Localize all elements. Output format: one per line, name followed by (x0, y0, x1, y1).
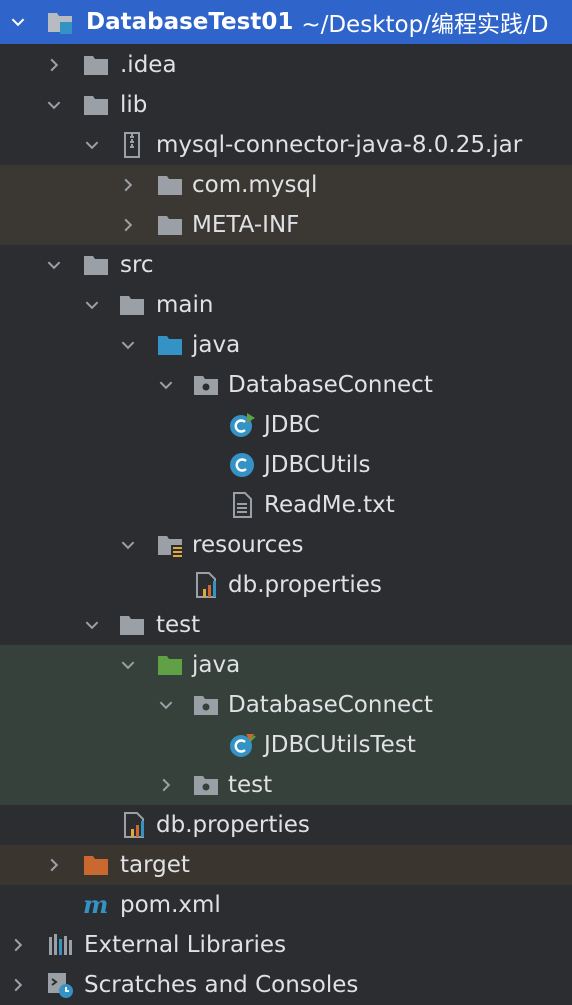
jar-label: mysql-connector-java-8.0.25.jar (156, 132, 523, 158)
package-icon (192, 691, 220, 719)
project-path: ~/Desktop/编程实践/D (301, 12, 549, 38)
tree-row-src[interactable]: src (0, 245, 572, 285)
tree-row-jar[interactable]: mysql-connector-java-8.0.25.jar (0, 125, 572, 165)
tree-row-pom[interactable]: m pom.xml (0, 885, 572, 925)
test-sub-label: test (228, 772, 273, 798)
chevron-down-icon[interactable] (8, 12, 28, 32)
text-file-icon (228, 491, 256, 519)
chevron-down-icon[interactable] (118, 535, 138, 555)
tree-row-resources[interactable]: resources (0, 525, 572, 565)
folder-icon (118, 291, 146, 319)
tree-row-meta-inf[interactable]: META-INF (0, 205, 572, 245)
java-class-icon (228, 451, 256, 479)
tree-row-lib[interactable]: lib (0, 85, 572, 125)
package-icon (192, 771, 220, 799)
properties-file-icon (192, 571, 220, 599)
resources-label: resources (192, 532, 304, 558)
tree-row-com-mysql[interactable]: com.mysql (0, 165, 572, 205)
jdbcutilstest-label: JDBCUtilsTest (264, 732, 416, 758)
main-package-label: DatabaseConnect (228, 372, 433, 398)
chevron-right-icon[interactable] (8, 935, 28, 955)
external-libraries-label: External Libraries (84, 932, 287, 958)
tree-row-src-properties[interactable]: db.properties (0, 805, 572, 845)
chevron-down-icon[interactable] (118, 655, 138, 675)
target-label: target (120, 852, 190, 878)
main-java-label: java (192, 332, 241, 358)
tree-row-scratches[interactable]: Scratches and Consoles (0, 965, 572, 1005)
scratches-icon (46, 971, 74, 999)
chevron-right-icon[interactable] (44, 55, 64, 75)
jdbcutils-label: JDBCUtils (264, 452, 371, 478)
lib-label: lib (120, 92, 148, 118)
chevron-down-icon[interactable] (82, 135, 102, 155)
chevron-right-icon[interactable] (8, 975, 28, 995)
tree-row-test[interactable]: test (0, 605, 572, 645)
folder-icon (82, 91, 110, 119)
chevron-right-icon[interactable] (118, 175, 138, 195)
resources-folder-icon (156, 531, 184, 559)
chevron-down-icon[interactable] (44, 95, 64, 115)
folder-icon (82, 51, 110, 79)
tree-row-jdbcutilstest[interactable]: JDBCUtilsTest (0, 725, 572, 765)
tree-row-main[interactable]: main (0, 285, 572, 325)
properties-file-icon (120, 811, 148, 839)
chevron-right-icon[interactable] (156, 775, 176, 795)
tree-row-test-java[interactable]: java (0, 645, 572, 685)
res-properties-label: db.properties (228, 572, 382, 598)
tree-row-test-sub-package[interactable]: test (0, 765, 572, 805)
chevron-down-icon[interactable] (156, 375, 176, 395)
test-package-label: DatabaseConnect (228, 692, 433, 718)
project-name-label: DatabaseTest01 ~/Desktop/编程实践/D (86, 0, 548, 44)
test-java-label: java (192, 652, 241, 678)
folder-icon (156, 171, 184, 199)
jdbc-label: JDBC (264, 412, 320, 438)
tree-row-main-java[interactable]: java (0, 325, 572, 365)
tree-row-test-package[interactable]: DatabaseConnect (0, 685, 572, 725)
chevron-down-icon[interactable] (82, 615, 102, 635)
test-label: test (156, 612, 201, 638)
java-class-runnable-icon (228, 411, 256, 439)
idea-label: .idea (120, 52, 177, 78)
chevron-down-icon[interactable] (44, 255, 64, 275)
maven-icon: m (82, 891, 110, 919)
jar-archive-icon (118, 131, 146, 159)
project-name: DatabaseTest01 (86, 9, 294, 35)
main-label: main (156, 292, 214, 318)
test-root-folder-icon (156, 651, 184, 679)
chevron-down-icon[interactable] (156, 695, 176, 715)
tree-row-jdbcutils[interactable]: JDBCUtils (0, 445, 572, 485)
tree-row-main-package[interactable]: DatabaseConnect (0, 365, 572, 405)
folder-icon (156, 211, 184, 239)
chevron-down-icon[interactable] (82, 295, 102, 315)
project-tree: DatabaseTest01 ~/Desktop/编程实践/D .idea li… (0, 0, 572, 1004)
svg-text:m: m (83, 891, 108, 919)
tree-row-jdbc[interactable]: JDBC (0, 405, 572, 445)
com-mysql-label: com.mysql (192, 172, 318, 198)
java-test-class-icon (228, 731, 256, 759)
folder-icon (118, 611, 146, 639)
tree-row-idea[interactable]: .idea (0, 45, 572, 85)
tree-row-external-libraries[interactable]: External Libraries (0, 925, 572, 965)
excluded-folder-icon (82, 851, 110, 879)
readme-label: ReadMe.txt (264, 492, 395, 518)
tree-row-project-root[interactable]: DatabaseTest01 ~/Desktop/编程实践/D (0, 0, 572, 44)
tree-row-res-properties[interactable]: db.properties (0, 565, 572, 605)
package-icon (192, 371, 220, 399)
folder-icon (82, 251, 110, 279)
chevron-right-icon[interactable] (44, 855, 64, 875)
pom-label: pom.xml (120, 892, 221, 918)
tree-row-readme[interactable]: ReadMe.txt (0, 485, 572, 525)
library-icon (46, 931, 74, 959)
meta-inf-label: META-INF (192, 212, 300, 238)
tree-row-target[interactable]: target (0, 845, 572, 885)
src-label: src (120, 252, 154, 278)
src-properties-label: db.properties (156, 812, 310, 838)
module-folder-icon (46, 8, 74, 36)
chevron-down-icon[interactable] (118, 335, 138, 355)
source-root-folder-icon (156, 331, 184, 359)
scratches-label: Scratches and Consoles (84, 972, 359, 998)
chevron-right-icon[interactable] (118, 215, 138, 235)
